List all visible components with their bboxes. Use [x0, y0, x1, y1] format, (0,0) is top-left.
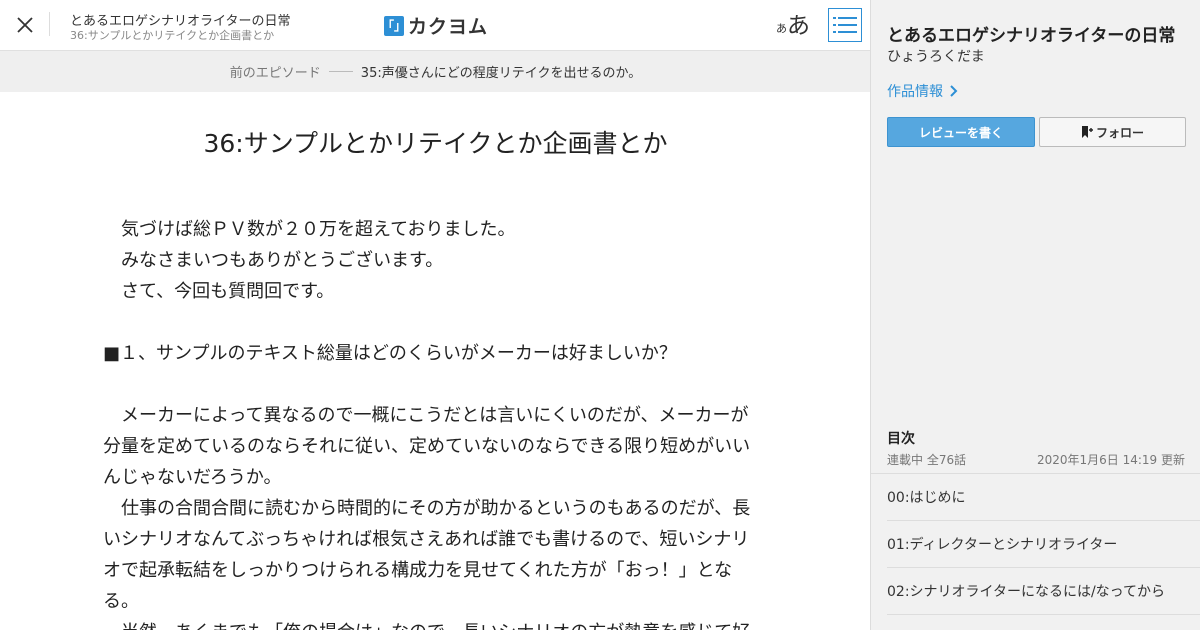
episode-title: 36:サンプルとかリテイクとか企画書とか [203, 129, 668, 158]
prev-episode-link[interactable]: 前のエピソード 35:声優さんにどの程度リテイクを出せるのか。 [0, 51, 871, 92]
prev-episode-label: 前のエピソード [229, 66, 321, 81]
list-icon [833, 17, 857, 33]
reading-area: とあるエロゲシナリオライターの日常 36:サンプルとかリテイクとか企画書とか 「… [0, 0, 871, 630]
episode-header: とあるエロゲシナリオライターの日常 36:サンプルとかリテイクとか企画書とか 「… [0, 0, 871, 51]
toc-heading: 目次 [887, 431, 915, 447]
font-size-large-glyph: あ [787, 13, 810, 39]
follow-button[interactable]: フォロー [1039, 117, 1186, 147]
toc-status: 連載中 全76話 [887, 453, 967, 467]
write-review-label: レビューを書く [918, 125, 1003, 140]
follow-label: フォロー [1095, 125, 1144, 140]
toc-item[interactable]: 01:ディレクターとシナリオライター [887, 521, 1200, 568]
header-episode-title: 36:サンプルとかリテイクとか企画書とか [70, 29, 275, 42]
toc-list: 00:はじめに 01:ディレクターとシナリオライター 02:シナリオライターにな… [871, 473, 1200, 615]
chevron-right-icon [950, 85, 958, 97]
work-info-label: 作品情報 [887, 84, 943, 100]
episode-sidebar: とあるエロゲシナリオライターの日常 ひょうろくだま 作品情報 レビューを書く フ… [870, 0, 1200, 630]
body-paragraph [103, 307, 763, 338]
font-size-button[interactable]: あ あ [776, 8, 810, 40]
body-paragraph: みなさまいつもありがとうございます。 [103, 250, 444, 271]
toc-updated: 2020年1月6日 14:19 更新 [1036, 453, 1185, 467]
body-paragraph [103, 369, 763, 400]
prev-episode-title: 35:声優さんにどの程度リテイクを出せるのか。 [360, 66, 642, 81]
body-paragraph: 仕事の合間合間に読むから時間的にその方が助かるというのもあるのだが、長いシナリオ… [103, 498, 751, 612]
font-size-small-glyph: あ [776, 22, 787, 35]
body-paragraph: 気づけば総ＰＶ数が２０万を超えておりました。 [103, 219, 516, 240]
toc-item[interactable]: 02:シナリオライターになるには/なってから [887, 568, 1200, 615]
close-button[interactable] [10, 10, 40, 40]
work-info-link[interactable]: 作品情報 [887, 81, 958, 101]
body-paragraph: ■１、サンプルのテキスト総量はどのくらいがメーカーは好ましいか？ [103, 343, 677, 364]
body-paragraph: さて、今回も質問回です。 [103, 281, 335, 302]
logo-text: カクヨム [408, 16, 489, 38]
bookmark-plus-icon [1081, 126, 1093, 138]
sidebar-work-title[interactable]: とあるエロゲシナリオライターの日常 [887, 21, 1175, 46]
header-divider [49, 12, 50, 36]
close-icon [17, 17, 33, 33]
episode-body: 気づけば総ＰＶ数が２０万を超えておりました。 みなさまいつもありがとうございます… [103, 214, 763, 630]
sidebar-author[interactable]: ひょうろくだま [887, 46, 985, 66]
write-review-button[interactable]: レビューを書く [887, 117, 1035, 147]
body-paragraph: メーカーによって異なるので一概にこうだとは言いにくいのだが、メーカーが分量を定め… [103, 405, 751, 488]
toc-button[interactable] [828, 8, 862, 42]
toc-item[interactable]: 00:はじめに [887, 474, 1200, 521]
logo-mark-icon: 「」 [382, 15, 406, 36]
prev-episode-divider [328, 71, 353, 72]
body-paragraph: 当然、あくまでも「俺の場合は」なので、長いシナリオの方が熱意を感じて好 [103, 617, 763, 630]
site-logo[interactable]: 「」 カクヨム [382, 12, 489, 39]
